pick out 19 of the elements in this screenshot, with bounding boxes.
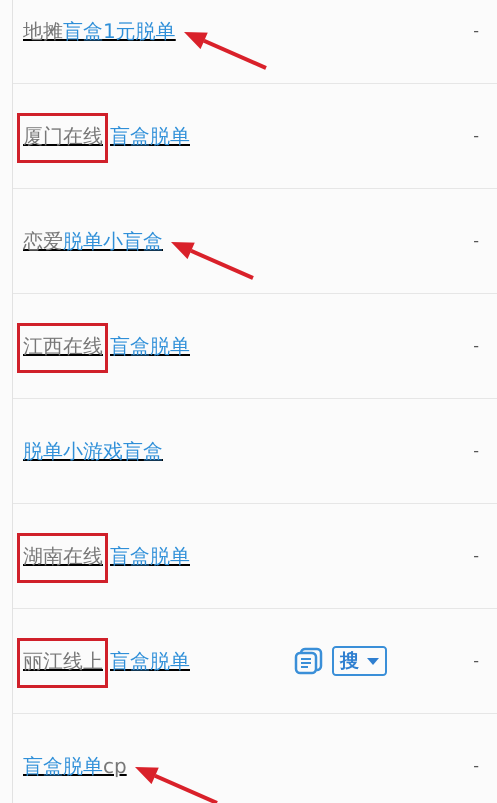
keyword-link[interactable]: 江西在线 盲盒脱单: [23, 334, 190, 358]
keyword-link[interactable]: 盲盒脱单cp: [23, 754, 127, 778]
keyword-link[interactable]: 地摊盲盒1元脱单: [23, 19, 176, 43]
value-text: -: [473, 440, 479, 462]
keyword-link[interactable]: 恋爱脱单小盲盒: [23, 229, 163, 253]
value-text: -: [473, 20, 479, 42]
value-text: -: [473, 755, 479, 777]
value-text: -: [473, 545, 479, 567]
keyword-link[interactable]: 脱单小游戏盲盒: [23, 439, 163, 463]
search-dropdown-button[interactable]: 搜: [332, 646, 388, 676]
value-text: -: [473, 335, 479, 357]
value-text: -: [473, 650, 479, 672]
caret-icon: [367, 658, 380, 664]
keyword-link[interactable]: 厦门在线 盲盒脱单: [23, 124, 190, 148]
value-text: -: [473, 125, 479, 147]
copy-icon[interactable]: [294, 647, 324, 675]
keyword-link[interactable]: 丽江线上 盲盒脱单: [23, 649, 190, 673]
keyword-link[interactable]: 湖南在线 盲盒脱单: [23, 544, 190, 568]
value-text: -: [473, 230, 479, 252]
